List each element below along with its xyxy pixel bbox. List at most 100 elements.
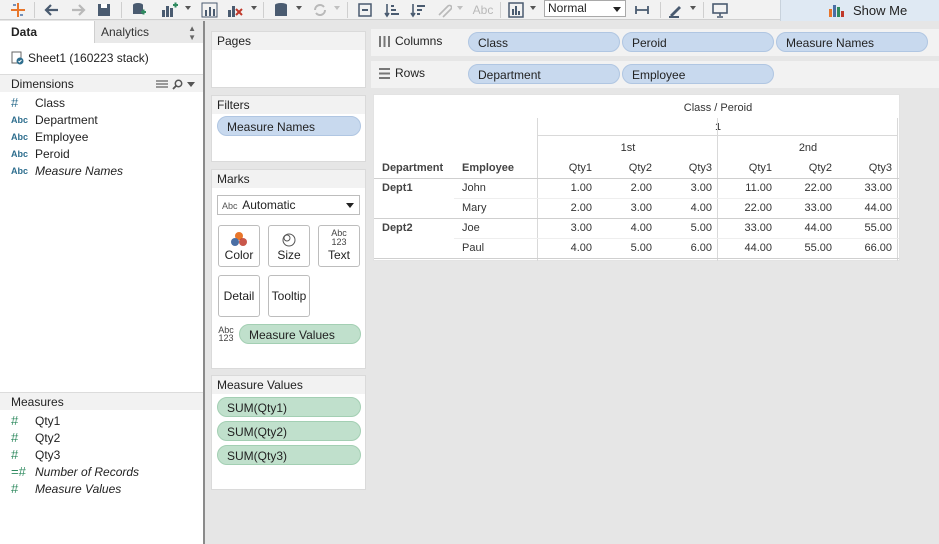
chevron-down-icon[interactable] <box>334 6 340 10</box>
value-cell[interactable]: 5.00 <box>658 222 712 234</box>
class-header[interactable]: 1 <box>538 122 898 133</box>
dept-cell[interactable]: Dept1 <box>382 182 413 194</box>
chevron-down-icon[interactable] <box>187 81 195 87</box>
filter-pill-measure-names[interactable]: Measure Names <box>217 116 361 136</box>
filters-card[interactable]: Filters Measure Names <box>211 95 366 162</box>
employee-cell[interactable]: Paul <box>462 242 484 254</box>
row-header-department[interactable]: Department <box>382 162 443 174</box>
value-cell[interactable]: 3.00 <box>538 222 592 234</box>
chevron-down-icon[interactable] <box>185 6 191 10</box>
value-cell[interactable]: 5.00 <box>598 242 652 254</box>
measure-header[interactable]: Qty2 <box>778 162 832 174</box>
value-cell[interactable]: 33.00 <box>718 222 772 234</box>
sort-descending-icon[interactable] <box>408 1 428 19</box>
value-cell[interactable]: 11.00 <box>718 182 772 194</box>
new-worksheet-icon[interactable] <box>160 1 180 19</box>
value-cell[interactable]: 55.00 <box>778 242 832 254</box>
clear-sheet-icon[interactable] <box>226 1 246 19</box>
employee-cell[interactable]: Joe <box>462 222 480 234</box>
value-cell[interactable]: 22.00 <box>718 202 772 214</box>
mark-type-select[interactable]: Abc Automatic <box>217 195 360 215</box>
datasource-item[interactable]: Sheet1 (160223 stack) <box>11 51 149 65</box>
field-class[interactable]: # Class <box>11 94 65 111</box>
pages-card[interactable]: Pages <box>211 31 366 88</box>
rows-pill-employee[interactable]: Employee <box>622 64 774 84</box>
columns-shelf[interactable]: Columns Class Peroid Measure Names <box>371 29 939 56</box>
columns-pill-measure-names[interactable]: Measure Names <box>776 32 928 52</box>
employee-cell[interactable]: John <box>462 182 486 194</box>
measure-header[interactable]: Qty1 <box>538 162 592 174</box>
period-header-2nd[interactable]: 2nd <box>718 142 898 154</box>
chevron-down-icon[interactable] <box>690 6 696 10</box>
tab-analytics[interactable]: Analytics ▲ ▼ <box>96 21 203 43</box>
swap-rows-columns-icon[interactable] <box>355 1 375 19</box>
field-qty3[interactable]: # Qty3 <box>11 446 60 463</box>
pause-updates-icon[interactable] <box>272 1 292 19</box>
view-cards-icon[interactable] <box>506 1 526 19</box>
save-icon[interactable] <box>95 1 113 19</box>
chevron-down-icon[interactable] <box>530 6 536 10</box>
redo-icon[interactable] <box>68 1 88 19</box>
value-cell[interactable]: 6.00 <box>658 242 712 254</box>
chevron-down-icon[interactable] <box>296 6 302 10</box>
value-cell[interactable]: 44.00 <box>718 242 772 254</box>
measure-value-pill-qty1[interactable]: SUM(Qty1) <box>217 397 361 417</box>
measure-value-pill-qty2[interactable]: SUM(Qty2) <box>217 421 361 441</box>
measure-header[interactable]: Qty3 <box>838 162 892 174</box>
sort-ascending-icon[interactable] <box>382 1 402 19</box>
marks-detail-button[interactable]: Detail <box>218 275 260 317</box>
undo-icon[interactable] <box>42 1 62 19</box>
scroll-arrows-icon[interactable]: ▲ ▼ <box>188 21 196 42</box>
value-cell[interactable]: 22.00 <box>778 182 832 194</box>
field-peroid[interactable]: Abc Peroid <box>11 145 70 162</box>
show-me-button[interactable]: Show Me <box>780 0 939 21</box>
value-cell[interactable]: 4.00 <box>598 222 652 234</box>
field-number-of-records[interactable]: =# Number of Records <box>11 463 139 480</box>
chevron-down-icon[interactable] <box>251 6 257 10</box>
chevron-down-icon[interactable] <box>457 6 463 10</box>
value-cell[interactable]: 55.00 <box>838 222 892 234</box>
value-cell[interactable]: 3.00 <box>598 202 652 214</box>
measure-header[interactable]: Qty2 <box>598 162 652 174</box>
field-qty1[interactable]: # Qty1 <box>11 412 60 429</box>
field-qty2[interactable]: # Qty2 <box>11 429 60 446</box>
marks-text-button[interactable]: Abc 123 Text <box>318 225 360 267</box>
value-cell[interactable]: 44.00 <box>778 222 832 234</box>
dept-cell[interactable]: Dept2 <box>382 222 413 234</box>
value-cell[interactable]: 33.00 <box>838 182 892 194</box>
search-icon[interactable] <box>172 79 183 90</box>
period-header-1st[interactable]: 1st <box>538 142 718 154</box>
refresh-icon[interactable] <box>310 1 330 19</box>
field-employee[interactable]: Abc Employee <box>11 128 88 145</box>
value-cell[interactable]: 66.00 <box>838 242 892 254</box>
marks-color-button[interactable]: Color <box>218 225 260 267</box>
field-measure-names[interactable]: Abc Measure Names <box>11 162 123 179</box>
presentation-mode-icon[interactable] <box>710 1 730 19</box>
value-cell[interactable]: 3.00 <box>658 182 712 194</box>
marks-pill-measure-values[interactable]: Measure Values <box>239 324 361 344</box>
measure-header[interactable]: Qty3 <box>658 162 712 174</box>
columns-pill-class[interactable]: Class <box>468 32 620 52</box>
value-cell[interactable]: 4.00 <box>538 242 592 254</box>
tab-data[interactable]: Data <box>0 21 95 43</box>
fix-axes-icon[interactable] <box>632 1 652 19</box>
measure-value-pill-qty3[interactable]: SUM(Qty3) <box>217 445 361 465</box>
columns-pill-peroid[interactable]: Peroid <box>622 32 774 52</box>
field-measure-values[interactable]: # Measure Values <box>11 480 121 497</box>
value-cell[interactable]: 4.00 <box>658 202 712 214</box>
value-cell[interactable]: 2.00 <box>598 182 652 194</box>
value-cell[interactable]: 2.00 <box>538 202 592 214</box>
group-members-icon[interactable] <box>434 1 454 19</box>
value-cell[interactable]: 33.00 <box>778 202 832 214</box>
fit-select[interactable]: Normal <box>544 0 626 17</box>
rows-shelf[interactable]: Rows Department Employee <box>371 61 939 88</box>
new-datasource-icon[interactable] <box>130 1 148 19</box>
tableau-logo-icon[interactable] <box>8 1 28 19</box>
show-mark-labels-button[interactable]: Abc <box>470 1 496 19</box>
value-cell[interactable]: 1.00 <box>538 182 592 194</box>
employee-cell[interactable]: Mary <box>462 202 486 214</box>
view-as-list-icon[interactable] <box>156 79 168 89</box>
measure-header[interactable]: Qty1 <box>718 162 772 174</box>
rows-pill-department[interactable]: Department <box>468 64 620 84</box>
row-header-employee[interactable]: Employee <box>462 162 514 174</box>
